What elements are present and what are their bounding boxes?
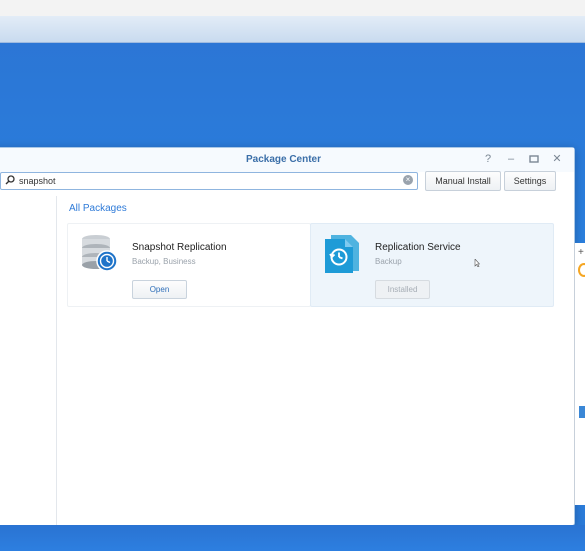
main-content: All Packages Snapshot Replication Backup… xyxy=(57,196,574,525)
help-icon[interactable]: ? xyxy=(481,152,495,166)
package-name: Snapshot Replication xyxy=(132,242,227,253)
sidebar xyxy=(0,196,57,525)
settings-button[interactable]: Settings xyxy=(504,171,556,191)
installed-button: Installed xyxy=(375,280,430,299)
document-restore-icon xyxy=(325,235,359,273)
clear-search-icon[interactable]: × xyxy=(403,175,413,185)
package-category: Backup xyxy=(375,257,402,266)
refresh-icon xyxy=(578,263,585,277)
toolbar: × Manual Install Settings xyxy=(0,171,574,192)
manual-install-button[interactable]: Manual Install xyxy=(425,171,501,191)
close-icon[interactable]: ✕ xyxy=(550,152,564,166)
package-card-snapshot-replication[interactable]: Snapshot Replication Backup, Business Op… xyxy=(67,223,311,307)
background-widget-panel-lower xyxy=(574,398,585,505)
database-clock-icon xyxy=(82,235,118,272)
widget-icon xyxy=(579,406,585,418)
search-input[interactable] xyxy=(19,174,399,187)
desktop-bottom xyxy=(0,525,585,551)
section-title: All Packages xyxy=(69,203,127,214)
package-card-replication-service[interactable]: Replication Service Backup Installed xyxy=(310,223,554,307)
package-category: Backup, Business xyxy=(132,257,196,266)
minimize-icon[interactable]: – xyxy=(504,152,518,166)
search-icon xyxy=(5,175,15,185)
window-controls: ? – ✕ xyxy=(481,152,564,166)
open-button[interactable]: Open xyxy=(132,280,187,299)
plus-icon: + xyxy=(578,247,584,258)
package-center-window: Package Center ? – ✕ × Manual Install Se… xyxy=(0,147,575,526)
search-box[interactable]: × xyxy=(0,172,418,190)
package-name: Replication Service xyxy=(375,242,461,253)
maximize-icon[interactable] xyxy=(527,152,541,166)
window-titlebar[interactable]: Package Center ? – ✕ xyxy=(0,148,574,172)
background-widget-panel: + xyxy=(574,243,585,398)
browser-chrome-strip xyxy=(0,0,585,17)
mouse-cursor-icon xyxy=(474,259,480,267)
dsm-taskbar xyxy=(0,16,585,43)
